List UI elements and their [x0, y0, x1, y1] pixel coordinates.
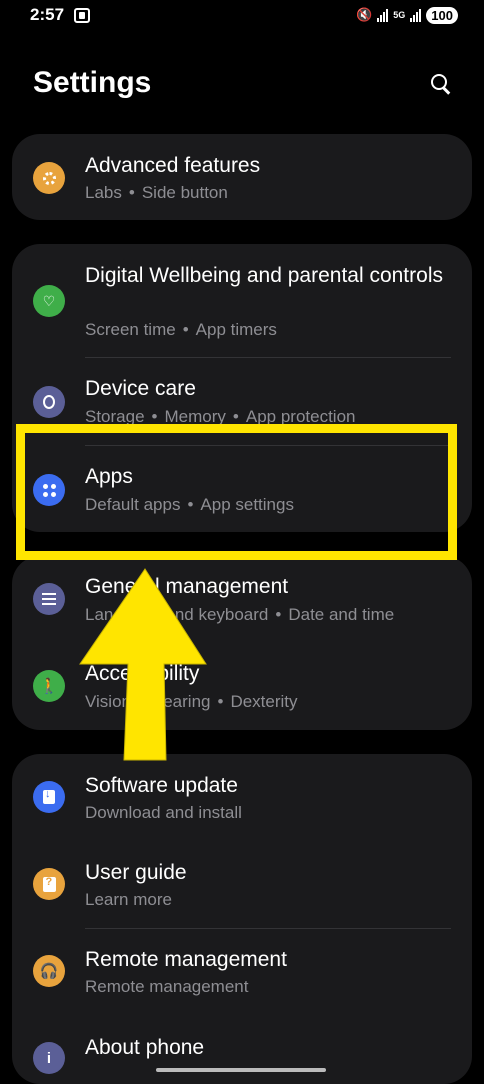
item-title: User guide — [85, 861, 187, 884]
about-phone-info-icon: i — [33, 1042, 65, 1074]
item-title: Remote management — [85, 948, 287, 971]
item-title: Software update — [85, 774, 238, 797]
settings-item-about-phone[interactable]: i About phone — [12, 1015, 472, 1084]
item-title: Advanced features — [85, 154, 261, 177]
settings-card-2: ♡ Digital Wellbeing and parental control… — [12, 244, 472, 532]
general-management-sliders-icon — [33, 583, 65, 615]
settings-card-4: Software update Download and install Use… — [12, 754, 472, 1084]
battery-badge: 100 — [426, 6, 458, 24]
item-title: Digital Wellbeing and parental controls — [85, 264, 443, 287]
item-subtitle: Learn more — [85, 890, 172, 909]
settings-card-3: General management Language and keyboard… — [12, 556, 472, 730]
status-time: 2:57 — [30, 5, 65, 24]
item-title: General management — [85, 575, 289, 598]
screenshot-notification-icon — [74, 8, 90, 23]
settings-item-digital-wellbeing[interactable]: ♡ Digital Wellbeing and parental control… — [12, 244, 472, 358]
item-title: Apps — [85, 465, 133, 488]
settings-item-user-guide[interactable]: User guide Learn more — [12, 841, 472, 928]
settings-item-remote-management[interactable]: 🎧 Remote management Remote management — [12, 928, 472, 1015]
item-title: Accessibility — [85, 662, 200, 685]
search-button[interactable] — [428, 72, 454, 98]
item-subtitle: Labs • Side button — [85, 183, 228, 202]
settings-item-general-management[interactable]: General management Language and keyboard… — [12, 556, 472, 643]
software-update-download-icon — [33, 781, 65, 813]
network-type-icon: 5G — [393, 9, 406, 20]
advanced-features-gear-icon — [33, 162, 65, 194]
item-subtitle: Download and install — [85, 803, 242, 822]
status-icons: 🔇 5G 100 — [356, 5, 458, 25]
mute-icon: 🔇 — [356, 7, 373, 22]
accessibility-person-icon: 🚶 — [33, 670, 65, 702]
item-subtitle: Language and keyboard • Date and time — [85, 605, 395, 624]
item-subtitle: Remote management — [85, 977, 249, 996]
user-guide-book-icon — [33, 868, 65, 900]
item-subtitle: Default apps • App settings — [85, 495, 294, 514]
digital-wellbeing-heart-icon: ♡ — [33, 285, 65, 317]
remote-management-headset-icon: 🎧 — [33, 955, 65, 987]
page-title: Settings — [33, 66, 152, 99]
settings-card-1: Advanced features Labs • Side button — [12, 134, 472, 220]
apps-grid-icon — [33, 474, 65, 506]
item-subtitle: Storage • Memory • App protection — [85, 407, 356, 426]
item-title: About phone — [85, 1036, 205, 1059]
status-bar: 2:57 🔇 5G 100 — [0, 0, 484, 30]
signal-strength-icon — [377, 8, 389, 22]
settings-item-accessibility[interactable]: 🚶 Accessibility Vision • Hearing • Dexterity — [12, 643, 472, 730]
device-care-refresh-icon — [33, 386, 65, 418]
settings-item-software-update[interactable]: Software update Download and install — [12, 754, 472, 841]
settings-item-device-care[interactable]: Device care Storage • Memory • App protectio… — [12, 358, 472, 446]
home-indicator[interactable] — [156, 1068, 326, 1072]
item-title: Device care — [85, 377, 196, 400]
settings-item-apps[interactable]: Apps Default apps • App settings — [12, 446, 472, 532]
signal-strength-2-icon — [410, 8, 422, 22]
item-subtitle: Vision • Hearing • Dexterity — [85, 692, 298, 711]
item-subtitle: Screen time • App timers — [85, 320, 277, 339]
settings-item-advanced-features[interactable]: Advanced features Labs • Side button — [12, 134, 472, 220]
